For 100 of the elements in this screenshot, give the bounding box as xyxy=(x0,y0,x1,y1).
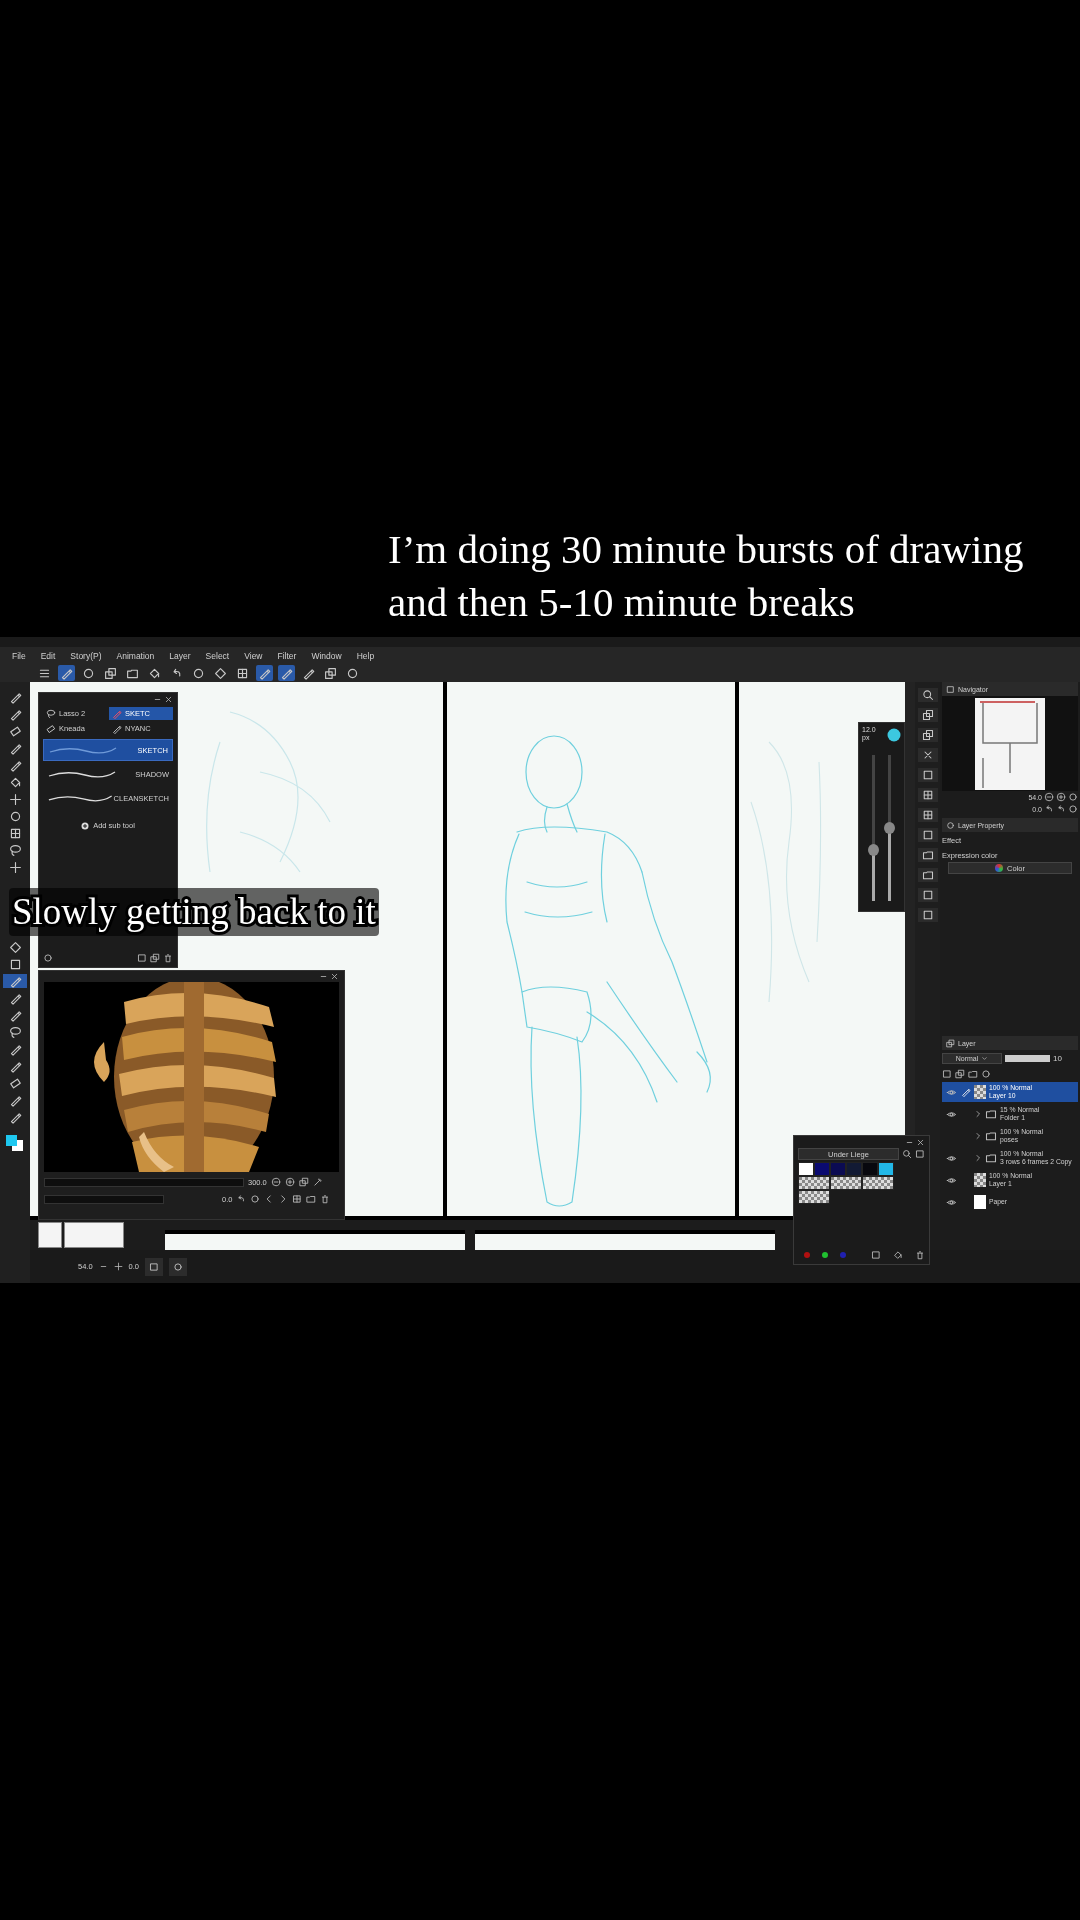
stack-icon[interactable] xyxy=(150,953,160,963)
trash-icon[interactable] xyxy=(915,1250,925,1260)
grid-icon[interactable] xyxy=(292,1194,303,1204)
panel-button[interactable] xyxy=(169,1257,188,1276)
panel-toggle-button[interactable] xyxy=(917,848,938,862)
slider-track[interactable] xyxy=(44,1177,244,1187)
panel-toggle-button[interactable] xyxy=(917,728,938,742)
dropper-icon[interactable] xyxy=(312,1177,323,1187)
panel-toggle-button[interactable] xyxy=(917,828,938,842)
plus-circle-icon[interactable] xyxy=(1056,792,1066,802)
menu-item[interactable]: File xyxy=(12,650,26,661)
square-icon[interactable] xyxy=(871,1250,881,1260)
color-swatch[interactable] xyxy=(846,1162,862,1176)
trash-icon[interactable] xyxy=(163,953,173,963)
toolbar-button[interactable] xyxy=(278,665,295,681)
channel-dot[interactable] xyxy=(840,1252,846,1258)
channel-dot[interactable] xyxy=(822,1252,828,1258)
slider-handle[interactable] xyxy=(884,822,896,834)
stack-icon[interactable] xyxy=(298,1177,309,1187)
toolbar-button[interactable] xyxy=(322,665,339,681)
frame-thumbnail[interactable] xyxy=(38,1222,62,1248)
menu-item[interactable]: Filter xyxy=(277,650,297,661)
color-swatch[interactable] xyxy=(798,1162,814,1176)
square-icon[interactable] xyxy=(942,1068,952,1079)
panel-button[interactable] xyxy=(145,1257,164,1276)
panel-toggle-button[interactable] xyxy=(917,908,938,922)
transparent-swatch[interactable] xyxy=(862,1176,894,1190)
undo-icon[interactable] xyxy=(236,1194,247,1204)
close-icon[interactable] xyxy=(916,1138,925,1147)
square-icon[interactable] xyxy=(137,953,147,963)
toolbar-button[interactable] xyxy=(256,665,273,681)
plus-circle-icon xyxy=(81,821,90,830)
plus-icon[interactable] xyxy=(113,1262,123,1271)
bucket-icon[interactable] xyxy=(893,1250,903,1260)
menu-item[interactable]: Help xyxy=(356,650,375,661)
circle-icon[interactable] xyxy=(250,1194,261,1204)
stack-icon[interactable] xyxy=(955,1068,965,1079)
toolbar-button[interactable] xyxy=(58,665,75,681)
pen-icon xyxy=(8,758,22,772)
undo-icon[interactable] xyxy=(1044,804,1054,814)
panel-toggle-button[interactable] xyxy=(917,768,938,782)
close-icon[interactable] xyxy=(330,972,339,981)
brush-stroke-icon xyxy=(47,793,114,803)
color-swatch[interactable] xyxy=(878,1162,894,1176)
circle-icon[interactable] xyxy=(1068,792,1078,802)
pen-icon xyxy=(8,690,22,704)
color-swatch-icon[interactable] xyxy=(4,1133,26,1153)
menu-item[interactable]: Edit xyxy=(40,650,56,661)
stack-icon xyxy=(946,1038,955,1048)
panel-toggle-button[interactable] xyxy=(917,748,938,762)
minus-circle-icon[interactable] xyxy=(1044,792,1054,802)
frame-thumbnail[interactable] xyxy=(64,1222,124,1248)
transparent-swatch[interactable] xyxy=(798,1190,830,1204)
circle-icon[interactable] xyxy=(43,953,53,963)
pen-icon xyxy=(60,666,73,680)
circle-icon xyxy=(946,820,955,830)
chevron-right-icon xyxy=(974,1154,982,1162)
color-swatch[interactable] xyxy=(814,1162,830,1176)
menu-item[interactable]: Select xyxy=(205,650,230,661)
stack-icon xyxy=(104,666,117,680)
transparent-swatch[interactable] xyxy=(830,1176,862,1190)
folder-icon[interactable] xyxy=(968,1068,978,1079)
menu-item[interactable]: Animation xyxy=(116,650,155,661)
grid-icon xyxy=(236,666,249,680)
trash-icon[interactable] xyxy=(320,1194,331,1204)
transparent-swatch[interactable] xyxy=(798,1176,830,1190)
panel-toggle-button[interactable] xyxy=(917,868,938,882)
folder-icon[interactable] xyxy=(306,1194,317,1204)
menu-item[interactable]: Layer xyxy=(169,650,191,661)
search-icon xyxy=(921,689,934,701)
panel-toggle-button[interactable] xyxy=(917,788,938,802)
panel-toggle-button[interactable] xyxy=(917,808,938,822)
opacity-slider[interactable] xyxy=(1005,1055,1050,1062)
panel-toggle-button[interactable] xyxy=(917,888,938,902)
square-icon xyxy=(946,684,955,694)
menu-item[interactable]: Story(P) xyxy=(70,650,102,661)
panel-toggle-button[interactable] xyxy=(917,708,938,722)
plus-circle-icon[interactable] xyxy=(284,1177,295,1187)
toolbar-button[interactable] xyxy=(212,665,229,681)
undo-icon[interactable] xyxy=(1056,804,1066,814)
menu-item[interactable]: View xyxy=(244,650,263,661)
square-icon[interactable] xyxy=(915,1149,925,1159)
chevron-right-icon xyxy=(974,1110,982,1118)
channel-dot[interactable] xyxy=(804,1252,810,1258)
lasso-icon xyxy=(46,708,56,719)
color-swatch[interactable] xyxy=(862,1162,878,1176)
slider-handle[interactable] xyxy=(867,843,879,856)
menu-item[interactable]: Window xyxy=(311,650,342,661)
close-icon[interactable] xyxy=(164,695,173,704)
circle-icon[interactable] xyxy=(981,1068,991,1079)
toolbar-button[interactable] xyxy=(102,665,119,681)
panel-toggle-button[interactable] xyxy=(917,688,938,702)
minus-circle-icon[interactable] xyxy=(270,1177,281,1187)
slider-track[interactable] xyxy=(44,1194,164,1204)
circle-icon[interactable] xyxy=(1068,804,1078,814)
stack-icon xyxy=(921,709,934,721)
circle-icon[interactable] xyxy=(887,728,901,742)
search-icon[interactable] xyxy=(902,1149,912,1159)
color-swatch[interactable] xyxy=(830,1162,846,1176)
pen-icon xyxy=(8,1008,22,1022)
